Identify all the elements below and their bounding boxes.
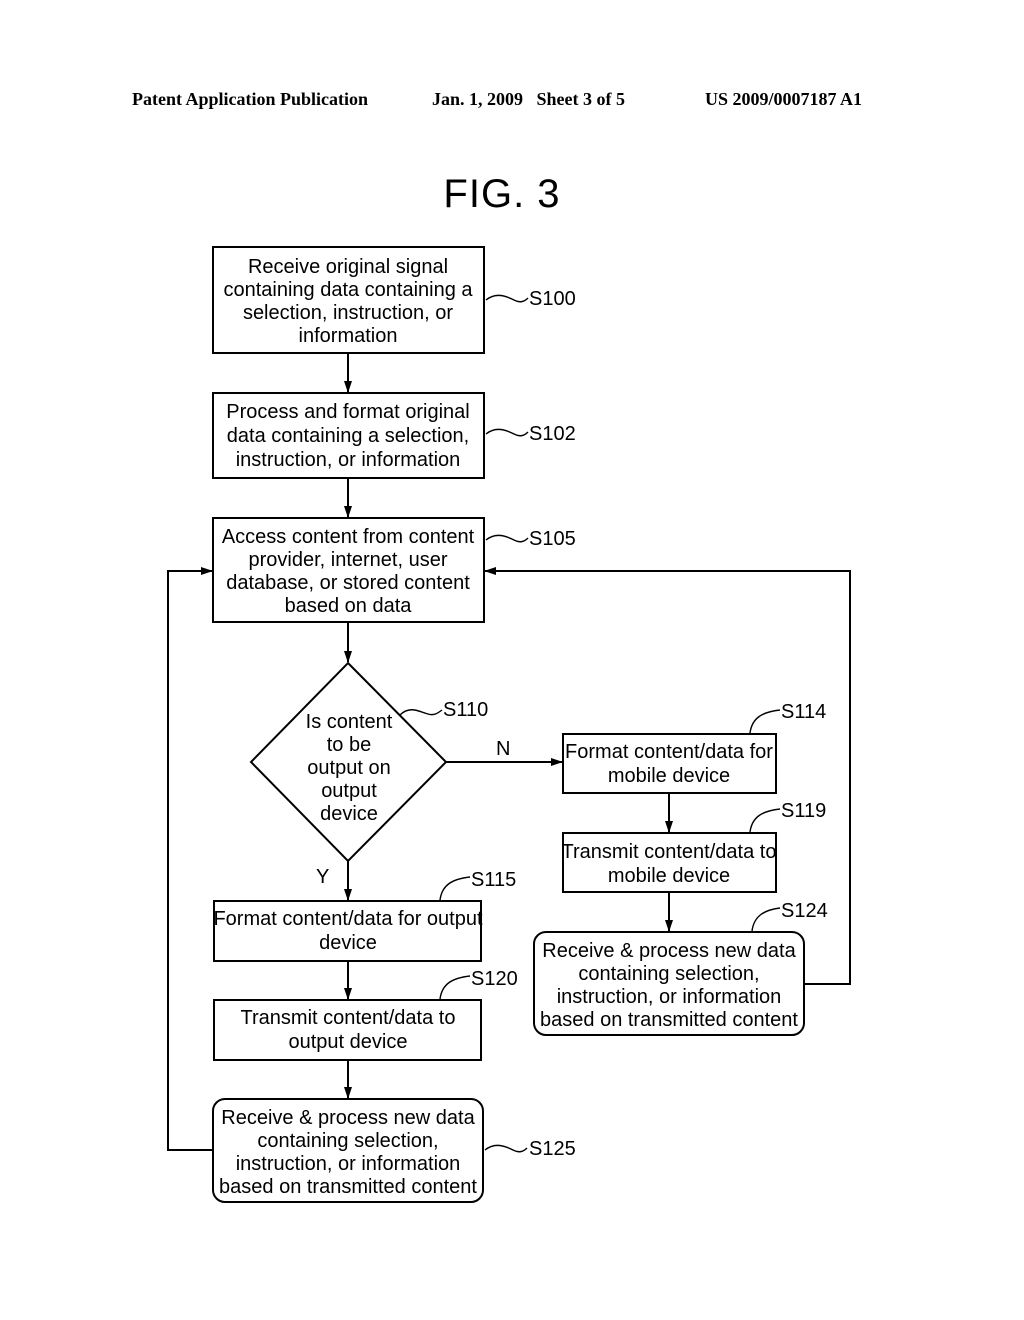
step-text-line: database, or stored content [226,572,470,594]
ref-label-s102: S102 [529,423,576,445]
step-text-line: Receive & process new data [221,1107,475,1129]
step-text-line: Format content/data for [565,741,773,763]
ref-label-s125: S125 [529,1138,576,1160]
leader-s102 [485,428,529,437]
step-text-line: mobile device [608,865,730,887]
ref-label-s110: S110 [443,699,488,721]
leader-s119 [749,808,781,833]
ref-label-s114: S114 [781,701,826,723]
leader-s120 [439,975,471,1000]
ref-label-s115: S115 [471,869,516,891]
flowchart: S100 S102 S105 S110 S114 S119 S124 S115 … [167,246,851,1203]
leader-s105 [485,534,529,543]
step-text-line: containing data containing a [223,279,473,301]
leader-s125 [484,1144,528,1153]
step-text-line: instruction, or information [236,1153,461,1175]
ref-label-s120: S120 [471,968,518,990]
branch-label-yes: Y [316,866,329,888]
step-text-line: Receive & process new data [542,940,796,962]
step-text-line: containing selection, [257,1130,438,1152]
step-text-s124: Receive & process new datacontaining sel… [540,940,798,1031]
branch-label-no: N [496,738,510,760]
step-text-line: to be [327,734,371,756]
ref-label-s124: S124 [781,900,828,922]
step-text-line: Transmit content/data to [562,841,777,863]
step-text-line: instruction, or information [236,449,461,471]
step-text-line: based on transmitted content [219,1176,477,1198]
step-text-line: Format content/data for output [213,908,482,930]
leader-s114 [749,709,781,734]
step-text-line: information [299,325,398,347]
step-text-line: instruction, or information [557,986,782,1008]
step-text-line: Process and format original [226,401,469,423]
ref-label-s105: S105 [529,528,576,550]
step-text-line: based on transmitted content [540,1009,798,1031]
leader-s124 [751,907,781,932]
ref-label-s100: S100 [529,288,576,310]
step-text-line: provider, internet, user [249,549,448,571]
step-text-line: device [320,803,378,825]
step-text-line: Receive original signal [248,256,448,278]
leader-s115 [439,876,471,901]
step-text-line: output on [307,757,390,779]
leader-s100 [485,294,529,303]
step-text-line: output [321,780,377,802]
step-text-line: based on data [285,595,413,617]
step-text-line: Is content [306,711,393,733]
step-text-line: Transmit content/data to [241,1007,456,1029]
step-text-line: selection, instruction, or [243,302,453,324]
step-text-s102: Process and format originaldata containi… [226,401,469,471]
step-text-line: device [319,932,377,954]
step-text-line: data containing a selection, [227,425,469,447]
step-text-line: Access content from content [222,526,475,548]
step-text-line: mobile device [608,765,730,787]
leader-s110 [399,709,443,716]
ref-label-s119: S119 [781,800,826,822]
loop-arrow-s125-s105 [167,567,213,1151]
step-text-line: containing selection, [578,963,759,985]
step-text-s125: Receive & process new datacontaining sel… [219,1107,477,1198]
step-text-line: output device [289,1031,408,1053]
